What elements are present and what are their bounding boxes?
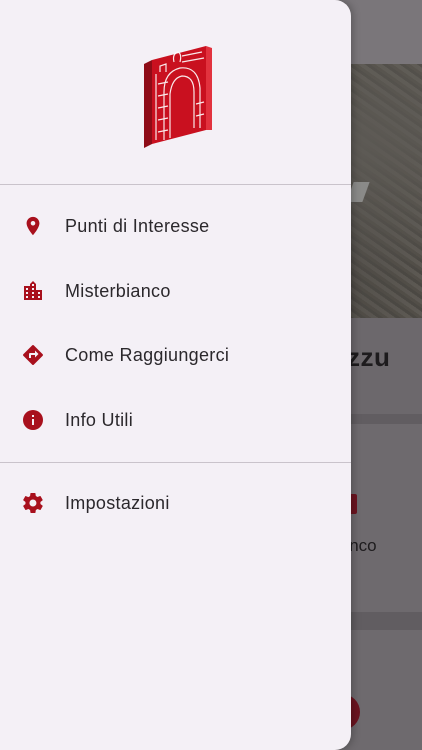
- menu-item-label: Punti di Interesse: [65, 215, 210, 236]
- navigation-drawer: Punti di Interesse Misterbianco Come Rag…: [0, 0, 351, 750]
- drawer-header: [0, 0, 351, 184]
- location-pin-icon: [20, 213, 46, 239]
- directions-icon: [20, 342, 46, 368]
- menu-item-label: Impostazioni: [65, 492, 170, 513]
- info-icon: [20, 407, 46, 433]
- misterbianco-logo: [144, 46, 212, 148]
- menu-item-label: Misterbianco: [65, 280, 171, 301]
- menu-item-come-raggiungerci[interactable]: Come Raggiungerci: [0, 327, 351, 383]
- menu-item-impostazioni[interactable]: Impostazioni: [0, 475, 351, 531]
- menu-item-misterbianco[interactable]: Misterbianco: [0, 263, 351, 319]
- city-icon: [20, 278, 46, 304]
- gear-icon: [20, 490, 46, 516]
- menu-item-label: Info Utili: [65, 409, 134, 430]
- menu-item-info-utili[interactable]: Info Utili: [0, 392, 351, 448]
- menu-item-label: Come Raggiungerci: [65, 344, 230, 365]
- drawer-divider: [0, 462, 351, 463]
- menu-item-punti-di-interesse[interactable]: Punti di Interesse: [0, 198, 351, 254]
- drawer-divider: [0, 184, 351, 185]
